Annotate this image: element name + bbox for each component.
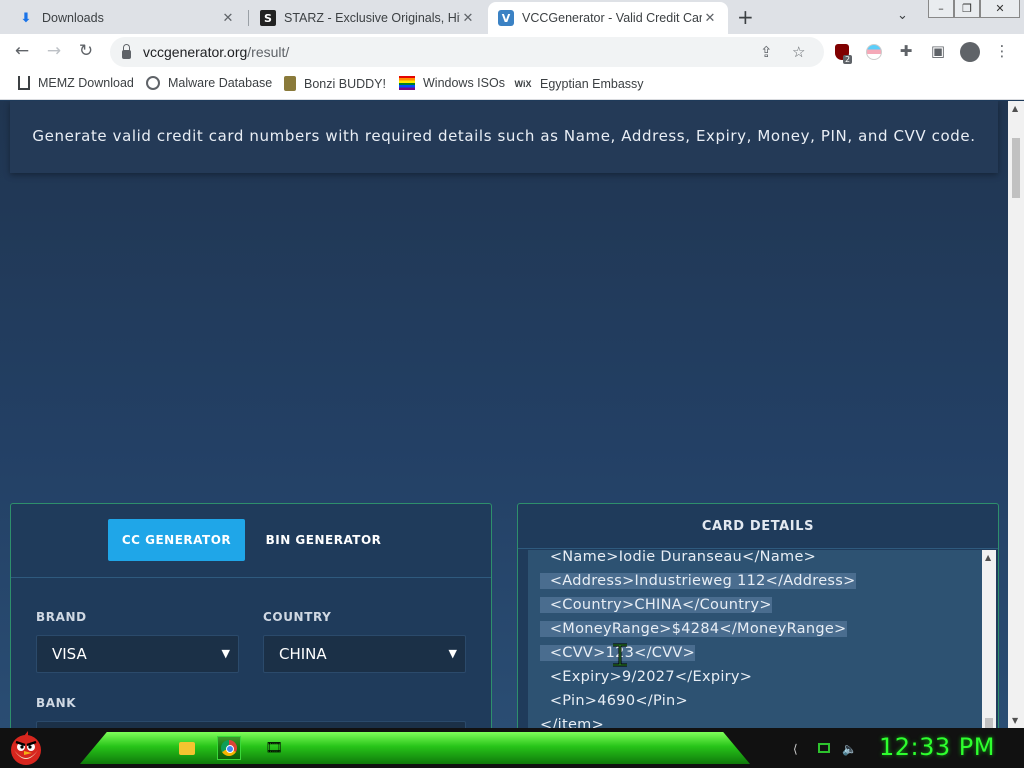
hero-description: Generate valid credit card numbers with … (32, 127, 976, 145)
puzzle-icon[interactable]: ✚ (896, 42, 916, 60)
scroll-thumb[interactable] (985, 718, 993, 728)
tab-title: VCCGenerator - Valid Credit Card (522, 11, 702, 25)
bookmark-label: MEMZ Download (38, 76, 134, 90)
url-host: vccgenerator.org (143, 44, 248, 60)
bookmark-bonzi-buddy[interactable]: Bonzi BUDDY! (284, 76, 386, 91)
volume-icon[interactable]: 🔈 (842, 742, 857, 756)
taskbar: 🎞 ⟨ 🔈 (0, 728, 1024, 768)
bookmarks-bar: MEMZ Download Malware Database Bonzi BUD… (0, 70, 1024, 100)
hero-banner: Generate valid credit card numbers with … (10, 101, 998, 173)
close-icon[interactable]: ✕ (702, 11, 718, 26)
window-controls: – ❐ ✕ (928, 0, 1020, 18)
url-path: /result/ (247, 44, 290, 60)
country-label: COUNTRY (263, 610, 332, 624)
tab-title: Downloads (42, 11, 104, 25)
generator-tabs: CC GENERATOR BIN GENERATOR (11, 504, 491, 578)
code-line: <Expiry>9/2027</Expiry> (540, 669, 753, 685)
bookmark-label: Malware Database (168, 76, 273, 90)
sidepanel-icon[interactable]: ▣ (928, 42, 948, 60)
bank-label: BANK (36, 696, 77, 710)
scroll-up-icon[interactable]: ▲ (985, 553, 991, 562)
back-icon[interactable]: ← (11, 41, 33, 61)
card-details-output[interactable]: <Name>Iodie Duranseau</Name> <Address>In… (528, 550, 996, 728)
close-window-button[interactable]: ✕ (980, 0, 1020, 18)
tab-strip: ⬇ Downloads ✕ S STARZ - Exclusive Origin… (0, 0, 1024, 34)
bookmark-label: Bonzi BUDDY! (304, 76, 386, 91)
chevron-down-icon: ▼ (448, 647, 457, 660)
network-icon[interactable] (818, 743, 830, 753)
menu-icon[interactable]: ⋮ (992, 42, 1012, 60)
chrome-icon[interactable] (217, 736, 241, 760)
close-icon[interactable]: ✕ (460, 11, 476, 26)
card-details-panel: CARD DETAILS <Name>Iodie Duranseau</Name… (517, 503, 999, 728)
bookmark-egyptian-embassy[interactable]: WiX Egyptian Embassy (514, 76, 644, 92)
country-value: CHINA (279, 645, 327, 663)
scroll-thumb[interactable] (1012, 138, 1020, 198)
share-icon[interactable]: ⇪ (760, 43, 773, 61)
rainbow-flag-icon (399, 76, 415, 90)
bonzi-icon (284, 76, 296, 91)
page-viewport: Generate valid credit card numbers with … (0, 101, 1008, 728)
browser-toolbar: ← → ↻ vccgenerator.org/result/ ⇪ ☆ ✚ ▣ ⋮ (0, 34, 1024, 70)
restore-button[interactable]: ❐ (954, 0, 980, 18)
country-select[interactable]: CHINA ▼ (263, 635, 466, 673)
code-line: <Country>CHINA</Country> (540, 597, 772, 613)
tab-separator (248, 10, 249, 26)
brand-label: BRAND (36, 610, 87, 624)
minimize-button[interactable]: – (928, 0, 954, 18)
folder-icon[interactable] (175, 736, 199, 760)
wix-icon: WiX (514, 79, 532, 89)
bookmark-label: Windows ISOs (423, 76, 505, 90)
bin-generator-tab[interactable]: BIN GENERATOR (261, 519, 386, 561)
code-line: <Name>Iodie Duranseau</Name> (540, 550, 817, 565)
code-line: <MoneyRange>$4284</MoneyRange> (540, 621, 847, 637)
clock[interactable]: 12:33 PM (879, 733, 995, 761)
star-icon[interactable]: ☆ (792, 43, 805, 61)
generator-panel: CC GENERATOR BIN GENERATOR BRAND COUNTRY… (10, 503, 492, 728)
globe-icon (146, 76, 160, 90)
forward-icon[interactable]: → (43, 41, 65, 61)
scroll-up-icon[interactable]: ▲ (1012, 104, 1018, 113)
starz-icon: S (260, 10, 276, 26)
bank-select[interactable] (36, 721, 466, 728)
scroll-down-icon[interactable]: ▼ (1012, 716, 1018, 725)
new-tab-button[interactable]: + (737, 5, 754, 29)
chevron-down-icon: ▼ (221, 647, 230, 660)
code-line: <Pin>4690</Pin> (540, 693, 688, 709)
bookmark-malware-database[interactable]: Malware Database (146, 76, 272, 90)
chevron-down-icon[interactable]: ⌄ (897, 8, 908, 23)
avatar[interactable] (960, 42, 980, 62)
tray-arrow-icon[interactable]: ⟨ (793, 742, 798, 756)
angry-bird-start-icon[interactable] (6, 728, 46, 768)
vcc-icon: V (498, 10, 514, 26)
tab-starz[interactable]: S STARZ - Exclusive Originals, Hit Movie… (250, 2, 486, 34)
page-scrollbar[interactable]: ▲ ▼ (1008, 101, 1024, 728)
cursor-icon (613, 643, 627, 667)
bookmark-windows-isos[interactable]: Windows ISOs (399, 76, 505, 90)
close-icon[interactable]: ✕ (220, 11, 236, 26)
memz-icon (18, 76, 30, 90)
code-scrollbar[interactable]: ▲ (982, 550, 996, 728)
brand-select[interactable]: VISA ▼ (36, 635, 239, 673)
extension-badge: 2 (843, 55, 853, 64)
download-icon: ⬇ (20, 10, 32, 26)
reload-icon[interactable]: ↻ (75, 41, 97, 61)
code-line: </item> (540, 717, 605, 728)
bookmark-memz[interactable]: MEMZ Download (18, 76, 134, 90)
extension-icon[interactable] (866, 44, 882, 60)
brand-value: VISA (52, 645, 87, 663)
tab-title: STARZ - Exclusive Originals, Hit Movies (284, 11, 460, 25)
app-icon[interactable]: 🎞 (262, 736, 286, 760)
tab-downloads[interactable]: ⬇ Downloads ✕ (8, 2, 246, 34)
lock-icon (122, 43, 131, 59)
code-line: <Address>Industrieweg 112</Address> (540, 573, 856, 589)
cc-generator-tab[interactable]: CC GENERATOR (108, 519, 245, 561)
card-details-title: CARD DETAILS (518, 504, 998, 549)
address-bar[interactable]: vccgenerator.org/result/ ⇪ ☆ (110, 37, 824, 67)
bookmark-label: Egyptian Embassy (540, 77, 644, 91)
tab-vccgenerator[interactable]: V VCCGenerator - Valid Credit Card ✕ (488, 2, 728, 34)
